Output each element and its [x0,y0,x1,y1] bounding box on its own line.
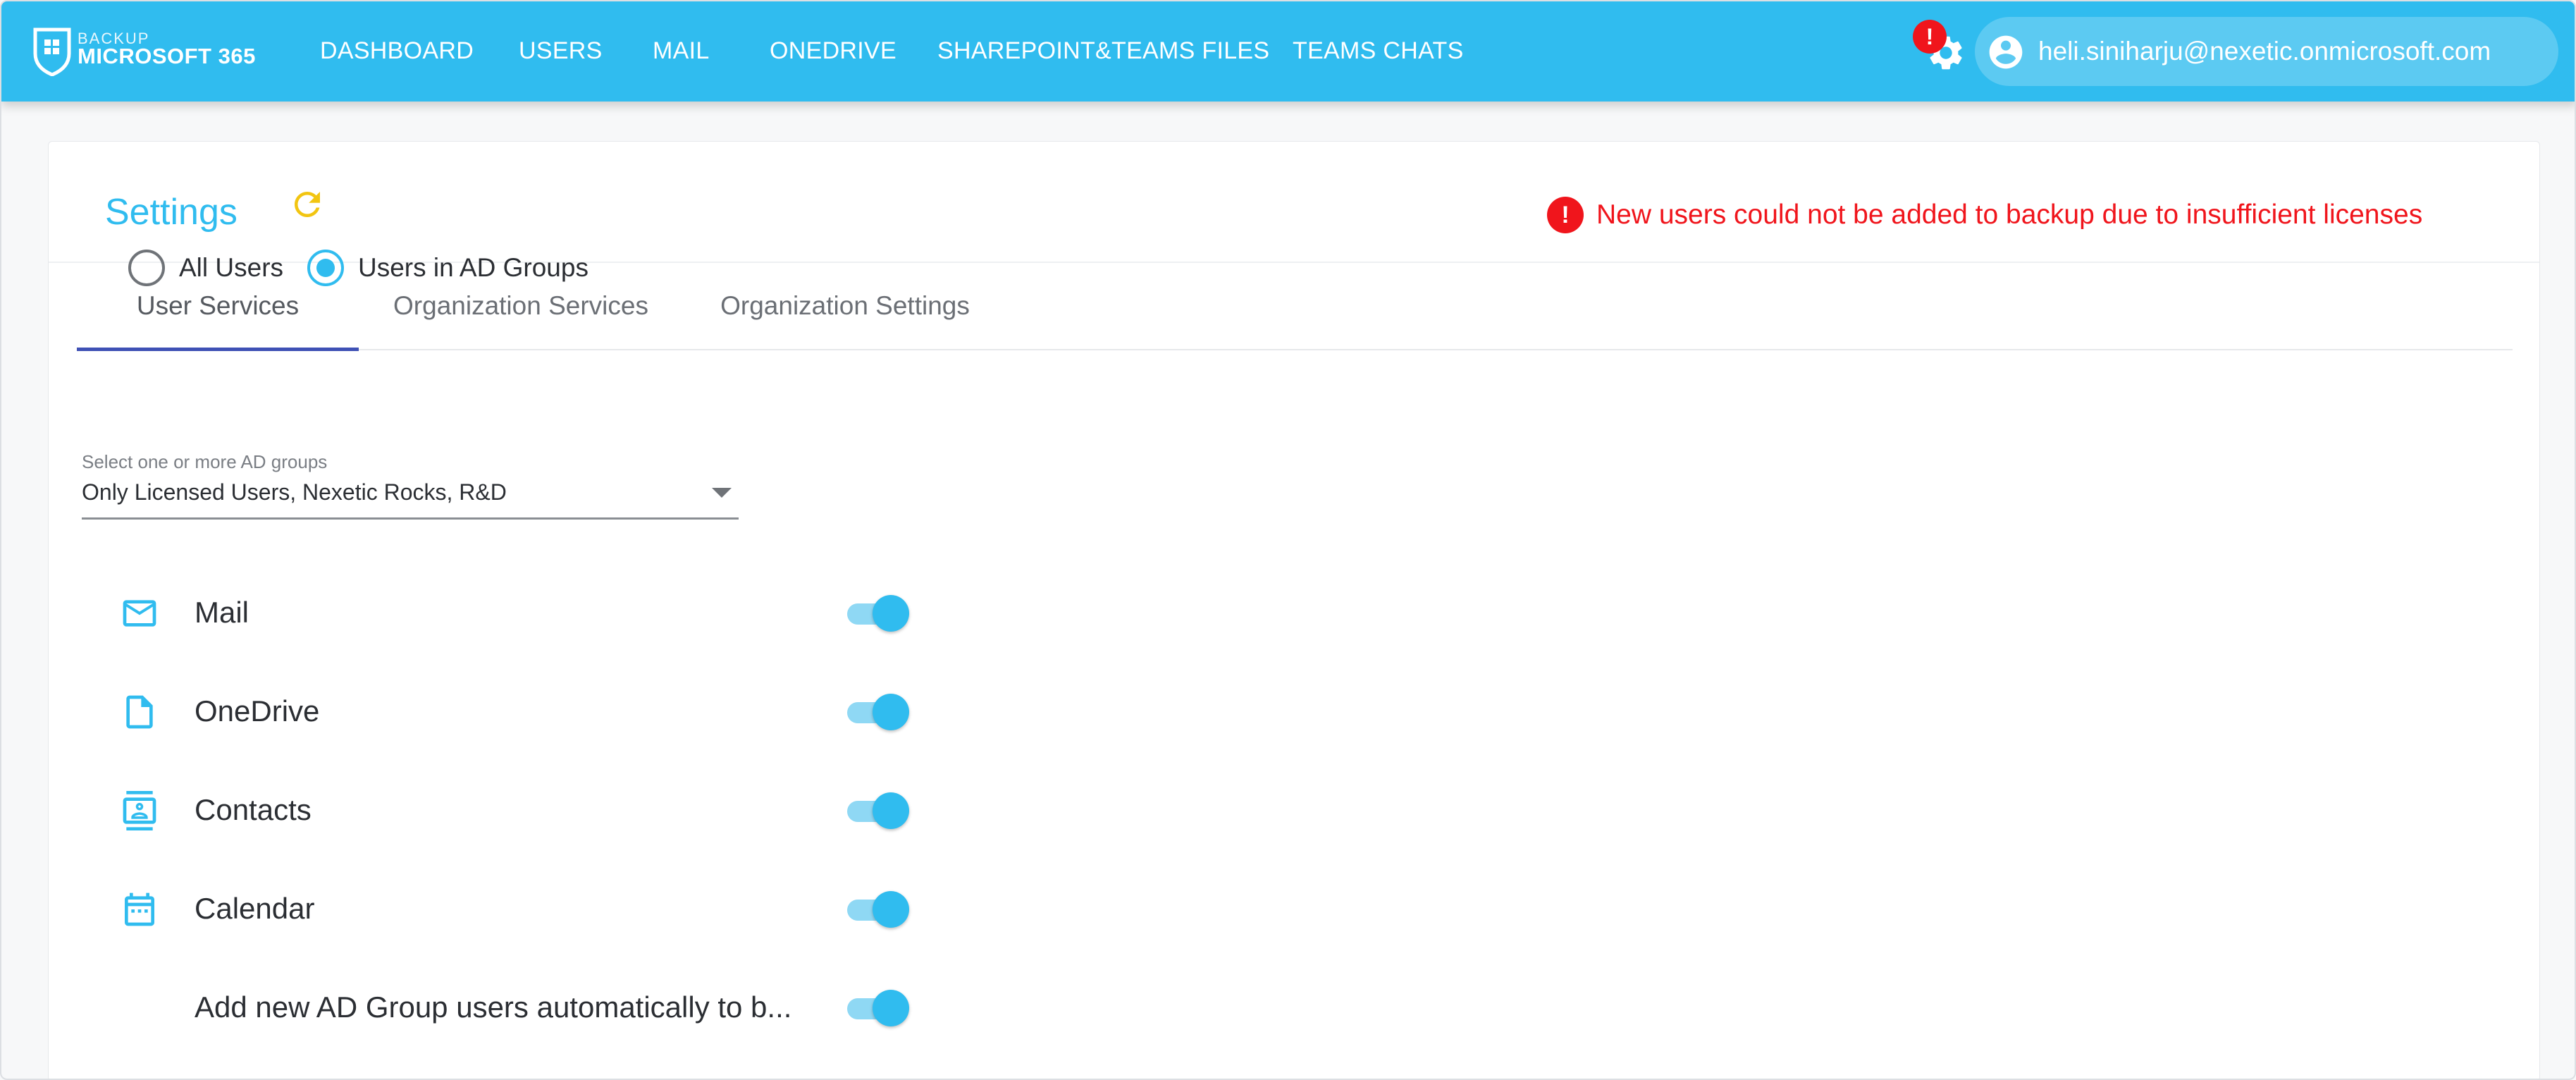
top-bar: BACKUP MICROSOFT 365 DASHBOARD USERS MAI… [1,1,2575,102]
radio-all-users[interactable] [128,250,165,286]
toggle-thumb [873,595,909,632]
select-underline [82,517,739,520]
settings-alert-badge: ! [1913,20,1947,54]
toggle-auto-add-users[interactable] [843,990,911,1026]
active-tab-indicator [77,348,359,351]
ad-groups-select[interactable]: Select one or more AD groups Only Licens… [82,451,739,520]
alert-icon: ! [1547,197,1584,233]
nav-teams-chats[interactable]: TEAMS CHATS [1293,34,1464,68]
toggle-calendar[interactable] [843,891,911,928]
ad-groups-select-label: Select one or more AD groups [82,451,328,472]
toggle-mail[interactable] [843,595,911,632]
service-label-auto-add-users: Add new AD Group users automatically to … [195,990,792,1024]
service-label-mail: Mail [195,596,249,629]
service-row-auto-add-users: Add new AD Group users automatically to … [1,976,988,1039]
service-row-mail: Mail [1,581,988,644]
radio-users-in-ad-groups[interactable] [307,250,344,286]
shield-logo-icon [33,27,71,76]
toggle-onedrive[interactable] [843,694,911,730]
card-header: Settings ! New users could not be added … [49,142,2539,263]
calendar-icon [125,892,154,926]
tab-organization-settings[interactable]: Organization Settings [683,263,1007,349]
service-label-contacts: Contacts [195,793,312,826]
license-alert-message: New users could not be added to backup d… [1596,200,2423,230]
service-row-calendar: Calendar [1,877,988,940]
radio-users-in-ad-groups-label[interactable]: Users in AD Groups [358,250,588,286]
nav-users[interactable]: USERS [519,34,603,68]
user-email: heli.siniharju@nexetic.onmicrosoft.com [2038,37,2491,66]
toggle-contacts[interactable] [843,792,911,829]
user-menu-button[interactable]: heli.siniharju@nexetic.onmicrosoft.com [1975,17,2558,86]
service-row-onedrive: OneDrive [1,680,988,743]
nav-onedrive[interactable]: ONEDRIVE [770,34,896,68]
toggle-thumb [873,990,909,1026]
app-logo[interactable]: BACKUP MICROSOFT 365 [32,27,272,76]
file-icon [126,695,153,729]
page-title: Settings [105,192,238,233]
toggle-thumb [873,694,909,730]
toggle-thumb [873,891,909,928]
contacts-icon [123,791,156,830]
mail-icon [123,600,156,627]
service-label-onedrive: OneDrive [195,694,320,728]
service-label-calendar: Calendar [195,892,315,925]
app-frame: BACKUP MICROSOFT 365 DASHBOARD USERS MAI… [0,0,2576,1080]
toggle-thumb [873,792,909,829]
nav-mail[interactable]: MAIL [653,34,710,68]
refresh-icon[interactable] [288,185,326,223]
nav-dashboard[interactable]: DASHBOARD [320,34,474,68]
logo-big-text: MICROSOFT 365 [78,44,256,68]
service-row-contacts: Contacts [1,778,988,842]
ad-groups-select-value: Only Licensed Users, Nexetic Rocks, R&D [82,479,507,505]
account-circle-icon [1989,35,2023,69]
dropdown-arrow-icon [712,488,732,498]
radio-all-users-label[interactable]: All Users [179,250,283,286]
nav-sharepoint-teams-files[interactable]: SHAREPOINT&TEAMS FILES [937,34,1269,68]
